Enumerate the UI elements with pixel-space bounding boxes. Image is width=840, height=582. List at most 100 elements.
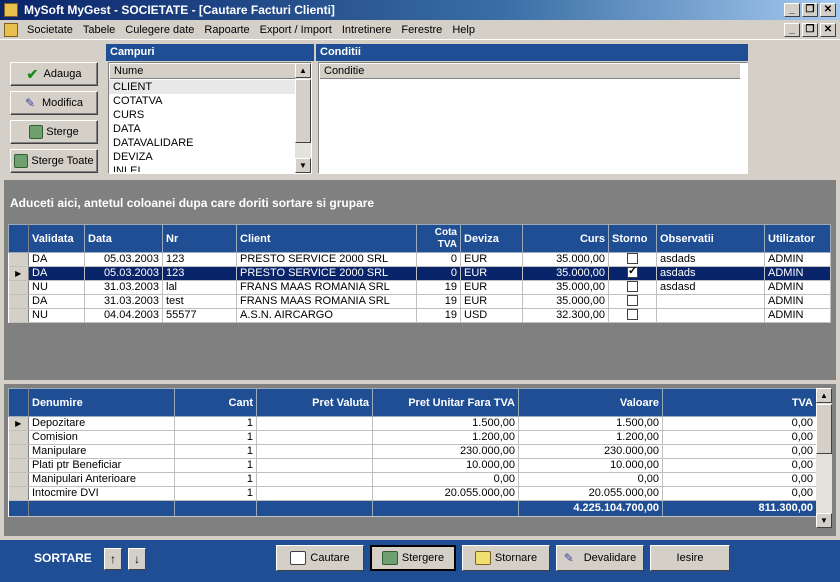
cell-storno[interactable] [608, 294, 657, 309]
row-indicator-header [8, 224, 29, 253]
storno-checkbox[interactable] [627, 280, 638, 292]
col-header-observatii[interactable]: Observatii [656, 224, 765, 253]
storno-checkbox[interactable] [627, 308, 638, 320]
minimize-button[interactable]: _ [784, 3, 800, 17]
scroll-up-icon[interactable]: ▲ [816, 388, 832, 403]
col-header-tva[interactable]: TVA [662, 388, 817, 417]
campuri-scrollbar[interactable]: ▲ ▼ [295, 63, 311, 173]
list-item[interactable]: DATAVALIDARE [109, 136, 311, 150]
conditii-list[interactable]: Conditie [318, 62, 748, 174]
col-header-cant[interactable]: Cant [174, 388, 257, 417]
items-scrollbar[interactable]: ▲ ▼ [816, 388, 832, 528]
row-indicator [8, 252, 29, 267]
col-header-storno[interactable]: Storno [608, 224, 657, 253]
sort-down-button[interactable]: ↓ [128, 548, 146, 570]
delete-button[interactable]: Sterge [10, 120, 98, 144]
row-indicator [8, 486, 29, 501]
total-empty [28, 500, 175, 517]
cell-tva: 0,00 [662, 444, 817, 459]
storno-button[interactable]: Stornare [462, 545, 550, 571]
col-header-pret-unitar[interactable]: Pret Unitar Fara TVA [372, 388, 519, 417]
col-header-cota-tva[interactable]: Cota TVA [416, 224, 461, 253]
table-row[interactable]: NU 04.04.2003 55577 A.S.N. AIRCARGO 19 U… [8, 308, 831, 323]
menu-help[interactable]: Help [447, 24, 480, 36]
col-header-client[interactable]: Client [236, 224, 417, 253]
col-header-utilizator[interactable]: Utilizator [764, 224, 831, 253]
list-item[interactable]: COTATVA [109, 94, 311, 108]
col-header-data[interactable]: Data [84, 224, 163, 253]
scroll-thumb[interactable] [816, 404, 832, 454]
invalidate-button[interactable]: ✎ Devalidare [556, 545, 644, 571]
cell-storno[interactable] [608, 280, 657, 295]
col-header-deviza[interactable]: Deviza [460, 224, 523, 253]
table-row[interactable]: Manipulari Anterioare 1 0,00 0,00 0,00 [8, 472, 817, 487]
cell-cant: 1 [174, 444, 257, 459]
storno-checkbox[interactable] [627, 294, 638, 306]
clear-button[interactable]: Stergere [370, 545, 456, 571]
col-header-denumire[interactable]: Denumire [28, 388, 175, 417]
scroll-thumb[interactable] [295, 79, 311, 143]
sort-up-button[interactable]: ↑ [104, 548, 122, 570]
child-minimize-button[interactable]: _ [784, 23, 800, 37]
menu-bar: Societate Tabele Culegere date Rapoarte … [0, 20, 840, 40]
close-button[interactable]: ✕ [820, 3, 836, 17]
table-row[interactable]: ▶ Depozitare 1 1.500,00 1.500,00 0,00 [8, 416, 817, 431]
list-item[interactable]: CURS [109, 108, 311, 122]
exit-button[interactable]: Iesire [650, 545, 730, 571]
campuri-column-header[interactable]: Nume [110, 64, 310, 79]
menu-culegere-date[interactable]: Culegere date [120, 24, 199, 36]
col-header-valoare[interactable]: Valoare [518, 388, 663, 417]
document-icon[interactable] [4, 22, 18, 37]
delete-all-button[interactable]: Sterge Toate [10, 149, 98, 173]
cell-storno[interactable] [608, 308, 657, 323]
cell-data: 04.04.2003 [84, 308, 163, 323]
col-header-pret-valuta[interactable]: Pret Valuta [256, 388, 373, 417]
add-button[interactable]: ✔ Adauga [10, 62, 98, 86]
menu-ferestre[interactable]: Ferestre [396, 24, 447, 36]
cell-storno[interactable] [608, 252, 657, 267]
cell-data: 31.03.2003 [84, 280, 163, 295]
list-item[interactable]: DEVIZA [109, 150, 311, 164]
cell-data: 05.03.2003 [84, 266, 163, 281]
scroll-up-icon[interactable]: ▲ [295, 63, 311, 78]
cell-pret-valuta [256, 458, 373, 473]
table-row[interactable]: DA 05.03.2003 123 PRESTO SERVICE 2000 SR… [8, 252, 831, 267]
table-row[interactable]: Manipulare 1 230.000,00 230.000,00 0,00 [8, 444, 817, 459]
cell-denumire: Depozitare [28, 416, 175, 431]
menu-rapoarte[interactable]: Rapoarte [199, 24, 254, 36]
table-row[interactable]: Intocmire DVI 1 20.055.000,00 20.055.000… [8, 486, 817, 501]
menu-tabele[interactable]: Tabele [78, 24, 120, 36]
search-button[interactable]: Cautare [276, 545, 364, 571]
table-row[interactable]: Comision 1 1.200,00 1.200,00 0,00 [8, 430, 817, 445]
campuri-list[interactable]: Nume CLIENT COTATVA CURS DATA DATAVALIDA… [108, 62, 312, 174]
restore-button[interactable]: ❐ [802, 3, 818, 17]
col-header-validata[interactable]: Validata [28, 224, 85, 253]
menu-societate[interactable]: Societate [22, 24, 78, 36]
child-restore-button[interactable]: ❐ [802, 23, 818, 37]
menu-intretinere[interactable]: Intretinere [337, 24, 397, 36]
edit-button[interactable]: ✎ Modifica [10, 91, 98, 115]
cell-storno[interactable] [608, 266, 657, 281]
col-header-curs[interactable]: Curs [522, 224, 609, 253]
group-by-hint[interactable]: Aduceti aici, antetul coloanei dupa care… [4, 194, 834, 212]
list-item[interactable]: INLEI [109, 164, 311, 172]
menu-export-import[interactable]: Export / Import [255, 24, 337, 36]
table-row-selected[interactable]: ▶ DA 05.03.2003 123 PRESTO SERVICE 2000 … [8, 266, 831, 281]
table-row[interactable]: Plati ptr Beneficiar 1 10.000,00 10.000,… [8, 458, 817, 473]
conditii-column-header[interactable]: Conditie [320, 64, 740, 79]
eraser-icon [381, 551, 398, 565]
col-header-nr[interactable]: Nr [162, 224, 237, 253]
scroll-down-icon[interactable]: ▼ [295, 158, 311, 173]
storno-checkbox[interactable] [627, 252, 638, 264]
magnifier-icon [290, 551, 307, 565]
cell-pret-valuta [256, 486, 373, 501]
list-item[interactable]: DATA [109, 122, 311, 136]
table-row[interactable]: NU 31.03.2003 lal FRANS MAAS ROMANIA SRL… [8, 280, 831, 295]
scroll-down-icon[interactable]: ▼ [816, 513, 832, 528]
cell-client: PRESTO SERVICE 2000 SRL [236, 266, 417, 281]
invoices-table: Validata Data Nr Client Cota TVA Deviza … [8, 224, 831, 323]
table-row[interactable]: DA 31.03.2003 test FRANS MAAS ROMANIA SR… [8, 294, 831, 309]
storno-checkbox[interactable] [627, 267, 638, 278]
child-close-button[interactable]: ✕ [820, 23, 836, 37]
list-item[interactable]: CLIENT [109, 80, 311, 94]
